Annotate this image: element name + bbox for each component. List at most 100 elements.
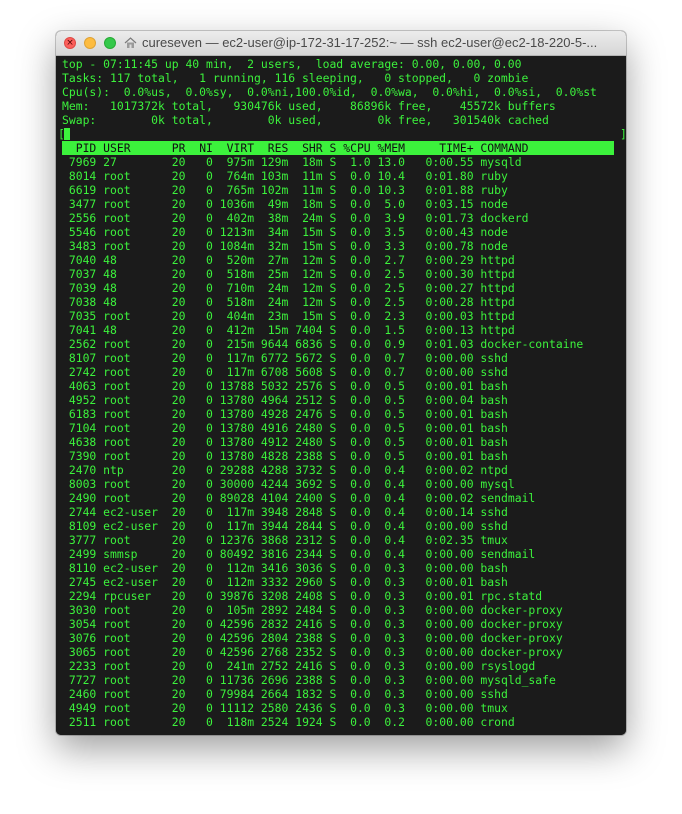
cell-user: root: [103, 673, 131, 687]
cell-mem: 0.3: [384, 575, 405, 589]
summary-tasks: Tasks: 117 total, 1 running, 116 sleepin…: [62, 71, 529, 85]
cell-cpu: 0.0: [350, 351, 371, 365]
cell-shr: 2312: [295, 533, 323, 547]
cell-time: 0:00.00: [425, 715, 474, 729]
cell-time: 0:01.88: [425, 183, 474, 197]
cell-s: S: [329, 505, 337, 519]
cell-time: 0:00.02: [425, 463, 474, 477]
cell-virt: 112m: [226, 561, 255, 575]
cell-cpu: 0.0: [350, 575, 371, 589]
cell-pid: 5546: [68, 225, 97, 239]
cell-user: root: [103, 491, 131, 505]
cell-mem: 0.5: [384, 449, 405, 463]
column-header-user: USER: [103, 141, 131, 155]
process-row: 8110 ec2-user 20 0 112m 3416 3036 S 0.0 …: [62, 561, 626, 575]
cell-command: httpd: [480, 323, 515, 337]
cell-shr: 1832: [295, 687, 323, 701]
cell-s: S: [329, 183, 337, 197]
cell-time: 0:00.00: [425, 659, 474, 673]
cell-cpu: 0.0: [350, 561, 371, 575]
cell-pid: 8110: [68, 561, 97, 575]
cell-pr: 20: [171, 449, 186, 463]
cell-time: 0:00.27: [425, 281, 474, 295]
cell-cpu: 0.0: [350, 463, 371, 477]
minimize-button[interactable]: [84, 37, 96, 49]
cell-ni: 0: [206, 505, 213, 519]
cell-s: S: [329, 407, 337, 421]
cell-user: ec2-user: [103, 575, 159, 589]
cell-pr: 20: [171, 421, 186, 435]
process-row: 2562 root 20 0 215m 9644 6836 S 0.0 0.9 …: [62, 337, 626, 351]
cell-pid: 8014: [68, 169, 97, 183]
cell-pid: 7039: [68, 281, 97, 295]
cell-user: root: [103, 379, 131, 393]
column-header-s: S: [329, 141, 337, 155]
cell-mem: 0.4: [384, 463, 405, 477]
cell-s: S: [329, 645, 337, 659]
process-row: 4063 root 20 0 13788 5032 2576 S 0.0 0.5…: [62, 379, 626, 393]
cell-pid: 2562: [68, 337, 97, 351]
cell-command: bash: [480, 449, 508, 463]
cell-user: root: [103, 169, 131, 183]
cell-pr: 20: [171, 617, 186, 631]
cell-pid: 8107: [68, 351, 97, 365]
cell-pr: 20: [171, 575, 186, 589]
cell-shr: 5672: [295, 351, 323, 365]
cell-mem: 1.5: [384, 323, 405, 337]
cell-res: 38m: [267, 211, 289, 225]
process-row: 4638 root 20 0 13780 4912 2480 S 0.0 0.5…: [62, 435, 626, 449]
terminal-content[interactable]: top - 07:11:45 up 40 min, 2 users, load …: [56, 56, 626, 735]
cell-pid: 2490: [68, 491, 97, 505]
cell-time: 0:00.14: [425, 505, 474, 519]
cell-pid: 2470: [68, 463, 97, 477]
column-header-res: RES: [267, 141, 289, 155]
zoom-button[interactable]: [104, 37, 116, 49]
cell-user: root: [103, 211, 131, 225]
cell-s: S: [329, 295, 337, 309]
cell-virt: 13780: [219, 421, 255, 435]
cell-shr: 3036: [295, 561, 323, 575]
cell-pr: 20: [171, 519, 186, 533]
cell-shr: 2960: [295, 575, 323, 589]
cell-s: S: [329, 561, 337, 575]
close-button[interactable]: ×: [64, 37, 76, 49]
process-row: 2511 root 20 0 118m 2524 1924 S 0.0 0.2 …: [62, 715, 626, 729]
cell-virt: 13780: [219, 435, 255, 449]
cell-virt: 29288: [219, 463, 255, 477]
cell-pid: 4638: [68, 435, 97, 449]
cell-mem: 0.5: [384, 379, 405, 393]
column-header-virt: VIRT: [226, 141, 255, 155]
cell-command: bash: [480, 421, 508, 435]
cell-user: root: [103, 449, 131, 463]
cell-s: S: [329, 575, 337, 589]
title-bar[interactable]: × cureseven — ec2-user@ip-172-31-17-252:…: [56, 31, 626, 56]
cell-mem: 0.3: [384, 561, 405, 575]
cell-mem: 2.5: [384, 267, 405, 281]
cell-shr: 12m: [302, 267, 323, 281]
cell-virt: 710m: [226, 281, 255, 295]
cell-shr: 2848: [295, 505, 323, 519]
cell-pid: 7104: [68, 421, 97, 435]
cell-user: root: [103, 645, 131, 659]
cell-user: root: [103, 631, 131, 645]
process-row: 7969 27 20 0 975m 129m 18m S 1.0 13.0 0:…: [62, 155, 626, 169]
cell-pid: 7038: [68, 295, 97, 309]
process-row: 7037 48 20 0 518m 25m 12m S 0.0 2.5 0:00…: [62, 267, 626, 281]
cell-ni: 0: [206, 687, 213, 701]
process-row: 7390 root 20 0 13780 4828 2388 S 0.0 0.5…: [62, 449, 626, 463]
cell-res: 3816: [260, 547, 289, 561]
cell-ni: 0: [206, 309, 213, 323]
cell-cpu: 0.0: [350, 505, 371, 519]
cell-shr: 15m: [302, 225, 323, 239]
cell-virt: 117m: [226, 505, 255, 519]
cell-res: 6708: [260, 365, 289, 379]
cell-virt: 404m: [226, 309, 255, 323]
cell-res: 2696: [260, 673, 289, 687]
cell-virt: 117m: [226, 365, 255, 379]
cell-s: S: [329, 547, 337, 561]
cell-time: 0:00.00: [425, 603, 474, 617]
cell-cpu: 0.0: [350, 183, 371, 197]
cell-res: 4916: [260, 421, 289, 435]
cell-mem: 0.3: [384, 617, 405, 631]
cell-shr: 2480: [295, 435, 323, 449]
